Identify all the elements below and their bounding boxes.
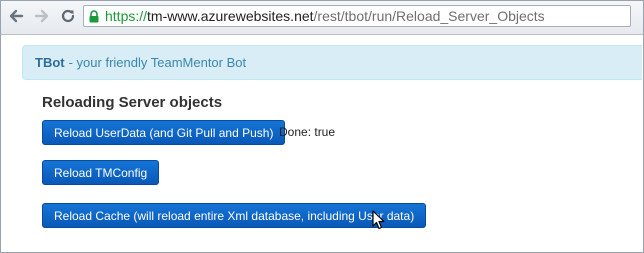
browser-window: https://tm-www.azurewebsites.net/rest/tb…	[0, 0, 644, 253]
lock-icon	[88, 9, 102, 23]
forward-arrow-icon	[34, 9, 49, 23]
browser-toolbar: https://tm-www.azurewebsites.net/rest/tb…	[1, 1, 643, 35]
address-bar[interactable]: https://tm-www.azurewebsites.net/rest/tb…	[83, 5, 631, 27]
banner-brand: TBot	[35, 55, 65, 70]
reload-cache-button[interactable]: Reload Cache (will reload entire Xml dat…	[42, 203, 427, 228]
url-scheme: https://	[105, 8, 148, 24]
reload-icon	[61, 9, 75, 23]
url-host: tm-www.azurewebsites.net	[147, 8, 314, 24]
reload-userdata-button[interactable]: Reload UserData (and Git Pull and Push)	[42, 120, 286, 145]
forward-button[interactable]	[33, 7, 51, 25]
reload-tmconfig-button[interactable]: Reload TMConfig	[42, 160, 160, 185]
url-path: /rest/tbot/run/Reload_Server_Objects	[313, 8, 545, 24]
info-banner: TBot - your friendly TeamMentor Bot	[22, 45, 642, 80]
banner-tagline: - your friendly TeamMentor Bot	[68, 55, 247, 70]
mouse-cursor-icon	[372, 210, 385, 230]
page-content: TBot - your friendly TeamMentor Bot Relo…	[2, 35, 642, 252]
back-arrow-icon	[9, 9, 24, 23]
url-text: https://tm-www.azurewebsites.net/rest/tb…	[105, 8, 545, 24]
reload-button[interactable]	[59, 7, 77, 25]
status-text: Done: true	[279, 125, 336, 139]
page-title: Reloading Server objects	[42, 94, 223, 111]
back-button[interactable]	[7, 7, 25, 25]
